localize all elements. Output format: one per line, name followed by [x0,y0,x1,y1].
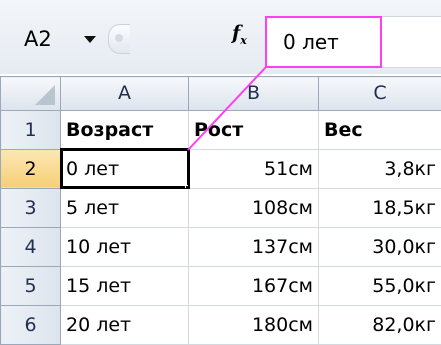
cell-c6[interactable]: 82,0кг [318,304,441,345]
table-row: 1 Возраст Рост Вес [0,109,441,150]
cell-a6[interactable]: 20 лет [60,304,189,345]
column-header-a[interactable]: A [60,76,189,111]
name-box-value[interactable]: A2 [10,27,80,51]
row-header-1[interactable]: 1 [0,109,61,150]
cell-a2-value: 0 лет [66,157,120,180]
table-row: 2 0 лет 51см 3,8кг [0,148,441,190]
table-row: 5 15 лет 167см 55,0кг [0,265,441,306]
formula-bar: A2 fx 0 лет [0,0,441,74]
row-header-3[interactable]: 3 [0,187,61,228]
column-header-row: A B C [0,76,441,111]
formula-bar-expand-icon[interactable] [108,24,130,54]
cell-c2[interactable]: 3,8кг [318,148,441,189]
cell-c3[interactable]: 18,5кг [318,187,441,228]
cell-b1[interactable]: Рост [188,109,319,150]
cell-c1[interactable]: Вес [318,109,441,150]
insert-function-icon[interactable]: fx [232,22,247,47]
fill-handle[interactable] [185,184,188,188]
select-all-corner[interactable] [0,76,61,111]
row-header-5[interactable]: 5 [0,265,61,306]
table-row: 6 20 лет 180см 82,0кг [0,304,441,345]
formula-input-rest[interactable] [382,16,441,68]
column-header-b[interactable]: B [188,76,319,111]
cell-b4[interactable]: 137см [188,226,319,267]
row-header-4[interactable]: 4 [0,226,61,267]
name-box[interactable]: A2 [10,20,118,58]
cell-a1[interactable]: Возраст [60,109,189,150]
cell-b3[interactable]: 108см [188,187,319,228]
cell-a5[interactable]: 15 лет [60,265,189,306]
cell-a3[interactable]: 5 лет [60,187,189,228]
column-header-c[interactable]: C [318,76,441,111]
cell-c5[interactable]: 55,0кг [318,265,441,306]
formula-value: 0 лет [283,30,339,54]
cell-a2[interactable]: 0 лет [59,148,190,190]
table-row: 4 10 лет 137см 30,0кг [0,226,441,267]
select-all-icon[interactable] [35,84,55,105]
formula-input[interactable]: 0 лет [265,16,382,68]
cell-c4[interactable]: 30,0кг [318,226,441,267]
spreadsheet-grid: A B C 1 Возраст Рост Вес 2 0 лет 51см 3,… [0,76,441,345]
cell-b5[interactable]: 167см [188,265,319,306]
cell-b6[interactable]: 180см [188,304,319,345]
table-row: 3 5 лет 108см 18,5кг [0,187,441,228]
cell-b2[interactable]: 51см [188,148,319,189]
cell-a4[interactable]: 10 лет [60,226,189,267]
row-header-6[interactable]: 6 [0,304,61,345]
row-header-2[interactable]: 2 [0,148,61,189]
chevron-down-icon[interactable] [84,35,96,43]
